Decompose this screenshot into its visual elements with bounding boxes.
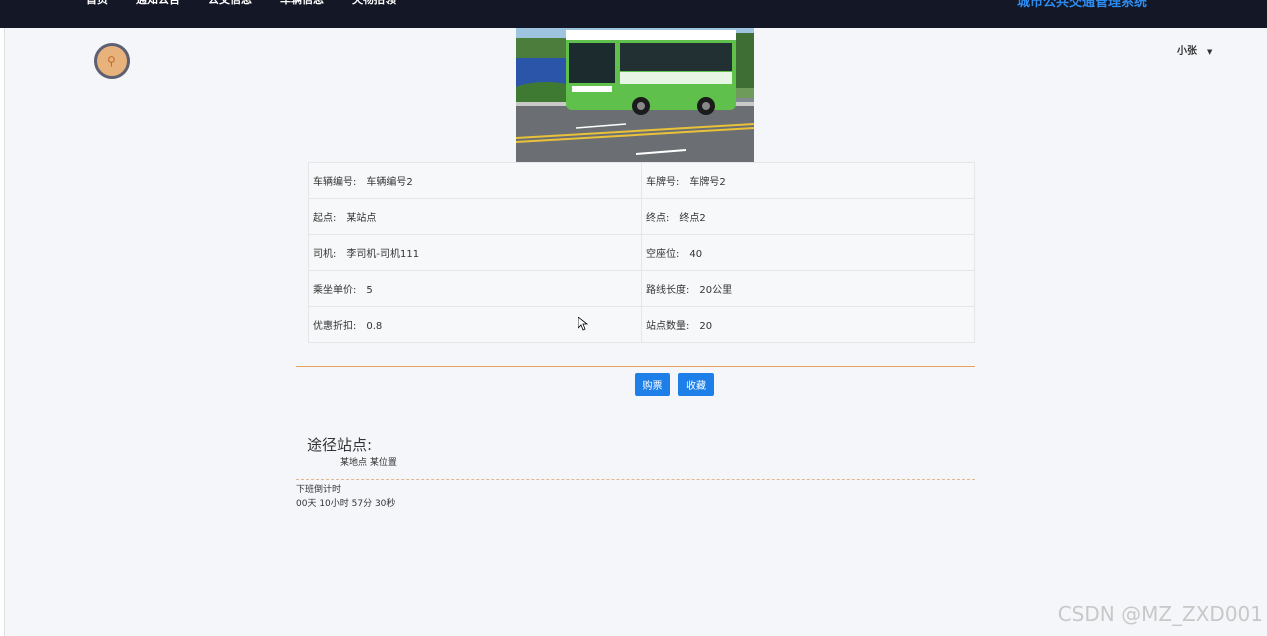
table-row: 起点: 某站点 终点: 终点2 xyxy=(308,198,975,235)
user-menu[interactable]: 小张 ▼ xyxy=(1177,42,1212,57)
field-empty-seats: 空座位: 40 xyxy=(641,234,975,271)
site-title: 城市公共交通管理系统 xyxy=(1017,0,1147,10)
buy-ticket-button[interactable]: 购票 xyxy=(635,373,670,396)
nav-item-notices[interactable]: 通知公告 xyxy=(136,0,180,8)
search-avatar-button[interactable]: ⚲ xyxy=(94,43,130,79)
nav-item-bus-info[interactable]: 公交信息 xyxy=(208,0,252,8)
nav-item-vehicle-info[interactable]: 车辆信息 xyxy=(280,0,324,8)
bus-photo xyxy=(516,28,754,162)
field-end: 终点: 终点2 xyxy=(641,198,975,235)
table-row: 车辆编号: 车辆编号2 车牌号: 车牌号2 xyxy=(308,162,975,199)
nav-item-home[interactable]: 首页 xyxy=(86,0,108,8)
user-name: 小张 xyxy=(1177,46,1197,57)
countdown-value: 00天 10小时 57分 30秒 xyxy=(296,499,396,509)
mouse-cursor-icon xyxy=(578,317,588,331)
field-vehicle-number: 车辆编号: 车辆编号2 xyxy=(308,162,642,199)
favorite-button[interactable]: 收藏 xyxy=(678,373,714,396)
table-row: 乘坐单价: 5 路线长度: 20公里 xyxy=(308,270,975,307)
bus-detail-table: 车辆编号: 车辆编号2 车牌号: 车牌号2 起点: 某站点 终点: 终点2 司机: 李司机… xyxy=(308,162,975,343)
top-navbar: 首页 通知公告 公交信息 车辆信息 失物招领 城市公共交通管理系统 xyxy=(0,0,1267,28)
field-start: 起点: 某站点 xyxy=(308,198,642,235)
field-driver: 司机: 李司机-司机111 xyxy=(308,234,642,271)
table-row: 司机: 李司机-司机111 空座位: 40 xyxy=(308,234,975,271)
field-route-length: 路线长度: 20公里 xyxy=(641,270,975,307)
main-nav: 首页 通知公告 公交信息 车辆信息 失物招领 xyxy=(86,0,396,8)
caret-down-icon: ▼ xyxy=(1207,48,1213,56)
section-divider xyxy=(296,366,975,367)
table-row: 优惠折扣: 0.8 站点数量: 20 xyxy=(308,306,975,343)
site-title-text: 城市公共交通管理系统 xyxy=(1016,0,1147,10)
route-stops-title: 途径站点: xyxy=(307,436,373,454)
search-icon: ⚲ xyxy=(107,54,116,68)
countdown-label: 下班倒计时 xyxy=(296,485,342,495)
bus-illustration xyxy=(516,28,754,162)
dashed-divider xyxy=(296,479,975,480)
left-window-edge xyxy=(0,28,5,636)
route-stops-list: 某地点 某位置 xyxy=(340,458,397,468)
nav-item-lost-found[interactable]: 失物招领 xyxy=(352,0,396,8)
field-stop-count: 站点数量: 20 xyxy=(641,306,975,343)
field-unit-price: 乘坐单价: 5 xyxy=(308,270,642,307)
field-discount: 优惠折扣: 0.8 xyxy=(308,306,642,343)
field-plate-number: 车牌号: 车牌号2 xyxy=(641,162,975,199)
watermark: CSDN @MZ_ZXD001 xyxy=(1057,602,1263,626)
